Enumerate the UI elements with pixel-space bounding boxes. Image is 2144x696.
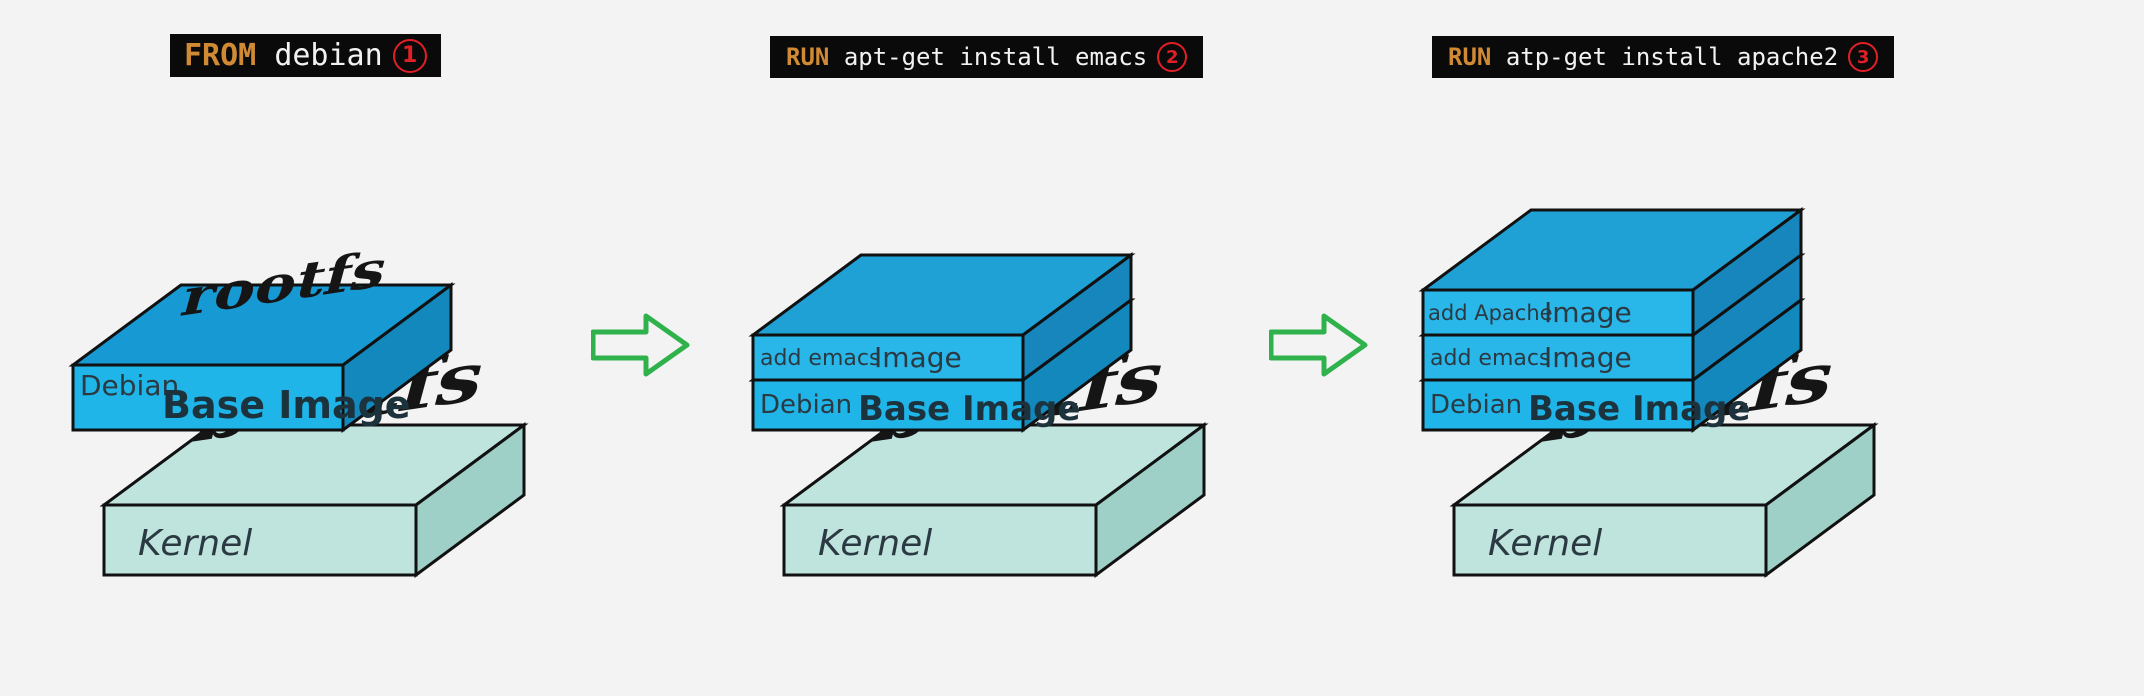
- step-number-badge: 2: [1157, 42, 1187, 72]
- command-keyword: RUN: [786, 43, 829, 71]
- command-keyword: FROM: [184, 38, 256, 73]
- command-args: apt-get install emacs: [844, 43, 1147, 71]
- debian-side-label: Debian: [1430, 390, 1522, 420]
- command-step-3: RUN atp-get install apache2 3: [1432, 36, 1894, 78]
- command-step-2: RUN apt-get install emacs 2: [770, 36, 1203, 78]
- arrow-icon: [1269, 310, 1369, 380]
- add-emacs-side-label: add emacs: [760, 346, 880, 371]
- stack-step-1: bootfs Kernel rootfs Debian Base Image: [66, 235, 526, 655]
- image-label: Image: [1544, 341, 1632, 374]
- base-image-label: Base Image: [858, 389, 1080, 429]
- kernel-label: Kernel: [138, 523, 252, 564]
- step-number-badge: 1: [393, 39, 427, 73]
- kernel-label: Kernel: [1488, 523, 1602, 564]
- base-image-label: Base Image: [1528, 389, 1750, 429]
- command-step-1: FROM debian 1: [170, 34, 441, 77]
- command-args: atp-get install apache2: [1506, 43, 1838, 71]
- image-label: Image: [874, 341, 962, 374]
- add-emacs-side-label: add emacs: [1430, 346, 1550, 371]
- debian-side-label: Debian: [760, 390, 852, 420]
- command-keyword: RUN: [1448, 43, 1491, 71]
- base-image-label: Base Image: [162, 383, 411, 427]
- arrow-icon: [591, 310, 691, 380]
- kernel-label: Kernel: [818, 523, 932, 564]
- stack-step-3: bootfs Kernel Debian Base Image add emac…: [1416, 235, 1876, 655]
- image-label: Image: [1544, 296, 1632, 329]
- diagram-stage: FROM debian 1 RUN apt-get install emacs …: [0, 0, 2144, 696]
- stack-step-2: bootfs Kernel Debian Base Image add emac…: [746, 235, 1206, 655]
- step-number-badge: 3: [1848, 42, 1878, 72]
- command-args: debian: [274, 38, 382, 73]
- add-apache-side-label: add Apache: [1428, 301, 1553, 325]
- base-image-layer: rootfs Debian Base Image: [73, 238, 451, 430]
